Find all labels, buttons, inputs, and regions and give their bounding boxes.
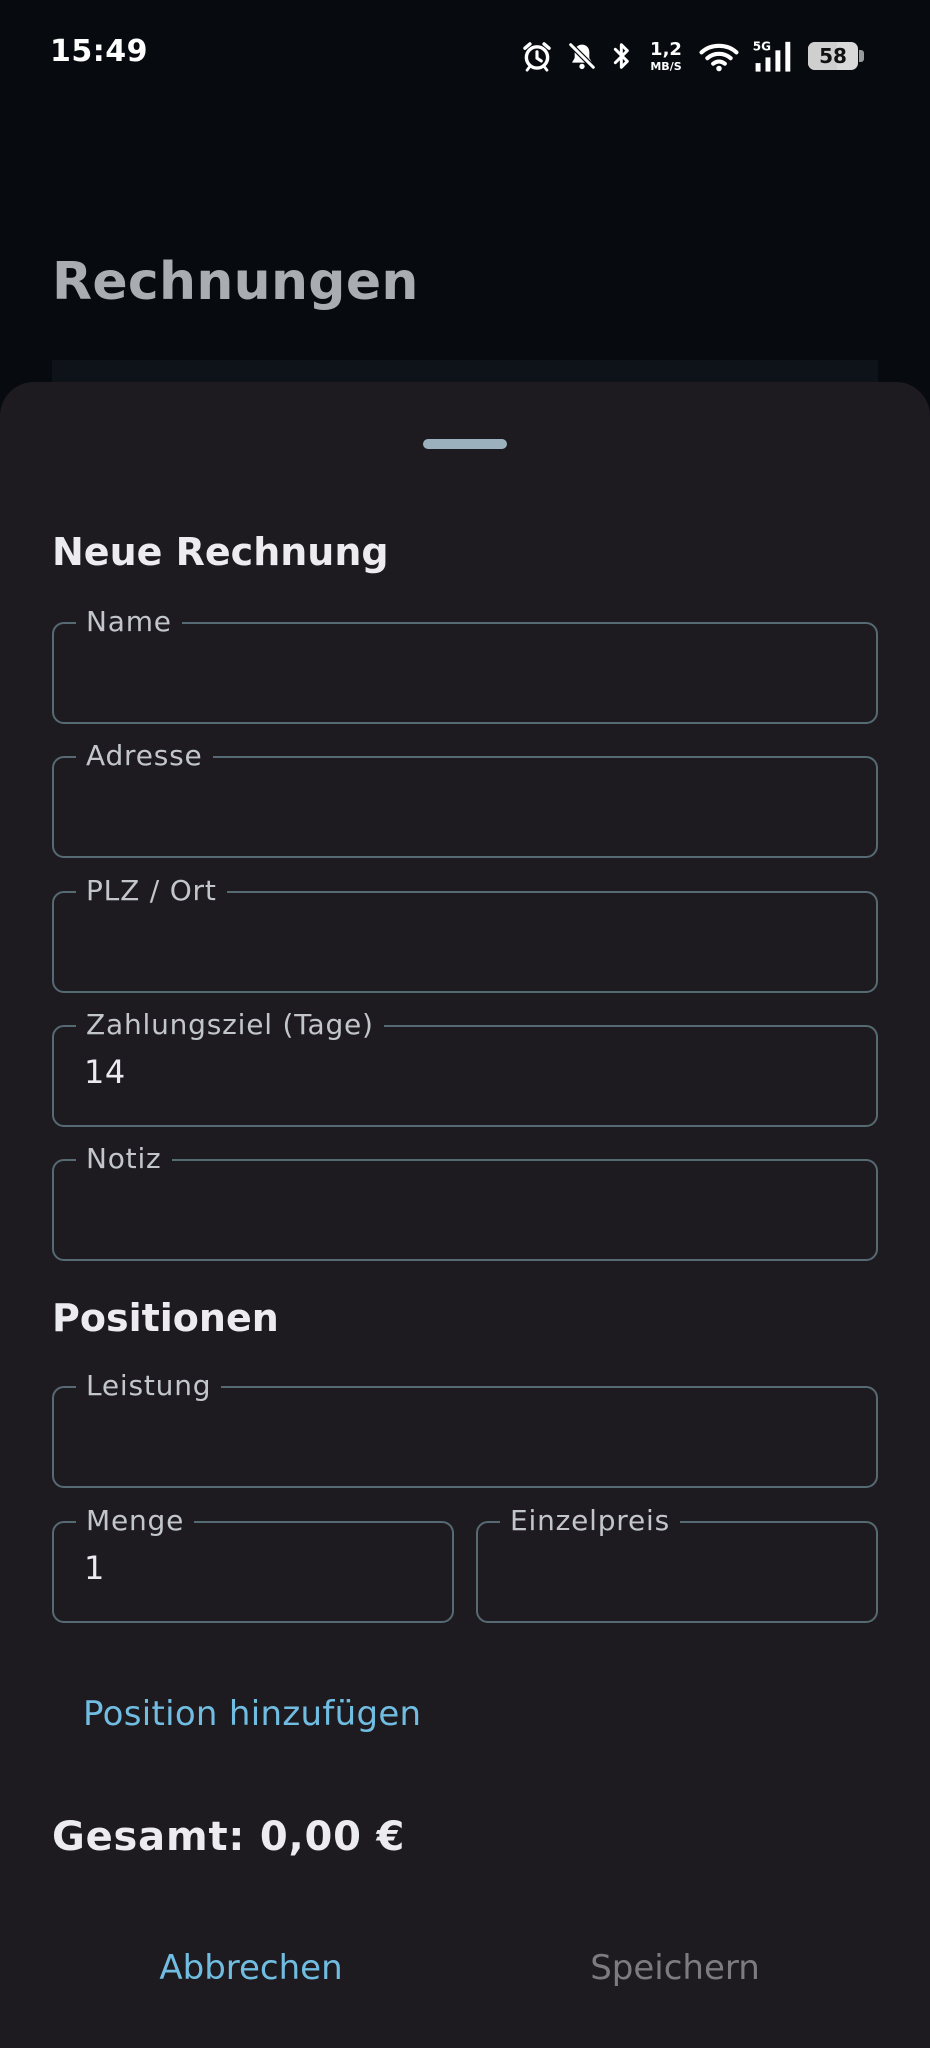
wifi-icon <box>698 40 740 72</box>
status-icons: 1,2 MB/S 5G 58 <box>520 36 864 76</box>
unit-price-field-label: Einzelpreis <box>500 1501 680 1541</box>
address-field[interactable]: Adresse <box>52 736 878 858</box>
quantity-field-label: Menge <box>76 1501 195 1541</box>
note-field-label: Notiz <box>76 1139 172 1179</box>
payment-term-field-value: 14 <box>84 1053 126 1091</box>
status-bar: 15:49 1,2 MB/S 5G 58 <box>0 0 930 110</box>
name-field[interactable]: Name <box>52 602 878 724</box>
screen: 15:49 1,2 MB/S 5G 58 Rechnungen Neue Rec… <box>0 0 930 2048</box>
quantity-field[interactable]: Menge 1 <box>52 1501 454 1623</box>
sheet-title: Neue Rechnung <box>52 530 389 574</box>
positions-title: Positionen <box>52 1296 279 1340</box>
status-time: 15:49 <box>50 34 148 69</box>
drag-handle[interactable] <box>423 439 507 449</box>
name-field-label: Name <box>76 602 182 642</box>
address-field-label: Adresse <box>76 736 213 776</box>
add-position-button[interactable]: Position hinzufügen <box>83 1694 421 1734</box>
quantity-field-value: 1 <box>84 1549 105 1587</box>
bluetooth-icon <box>610 40 634 72</box>
zip-city-field[interactable]: PLZ / Ort <box>52 871 878 993</box>
zip-city-field-label: PLZ / Ort <box>76 871 227 911</box>
service-field-label: Leistung <box>76 1366 222 1406</box>
mobile-signal-icon: 5G <box>752 39 796 73</box>
save-button[interactable]: Speichern <box>540 1948 810 1988</box>
note-field[interactable]: Notiz <box>52 1139 878 1261</box>
battery-icon: 58 <box>808 42 864 70</box>
unit-price-field[interactable]: Einzelpreis <box>476 1501 878 1623</box>
svg-text:5G: 5G <box>753 39 771 53</box>
payment-term-field-label: Zahlungsziel (Tage) <box>76 1005 384 1045</box>
page-title: Rechnungen <box>52 252 419 312</box>
alarm-icon <box>520 39 554 73</box>
total-amount: Gesamt: 0,00 € <box>52 1814 406 1860</box>
cancel-button[interactable]: Abbrechen <box>116 1948 386 1988</box>
payment-term-field[interactable]: Zahlungsziel (Tage) 14 <box>52 1005 878 1127</box>
service-field[interactable]: Leistung <box>52 1366 878 1488</box>
new-invoice-bottom-sheet: Neue Rechnung Name Adresse PLZ / Ort Zah… <box>0 382 930 2048</box>
network-speed-indicator: 1,2 MB/S <box>650 38 682 73</box>
notifications-off-icon <box>566 40 598 72</box>
battery-level: 58 <box>819 44 847 68</box>
